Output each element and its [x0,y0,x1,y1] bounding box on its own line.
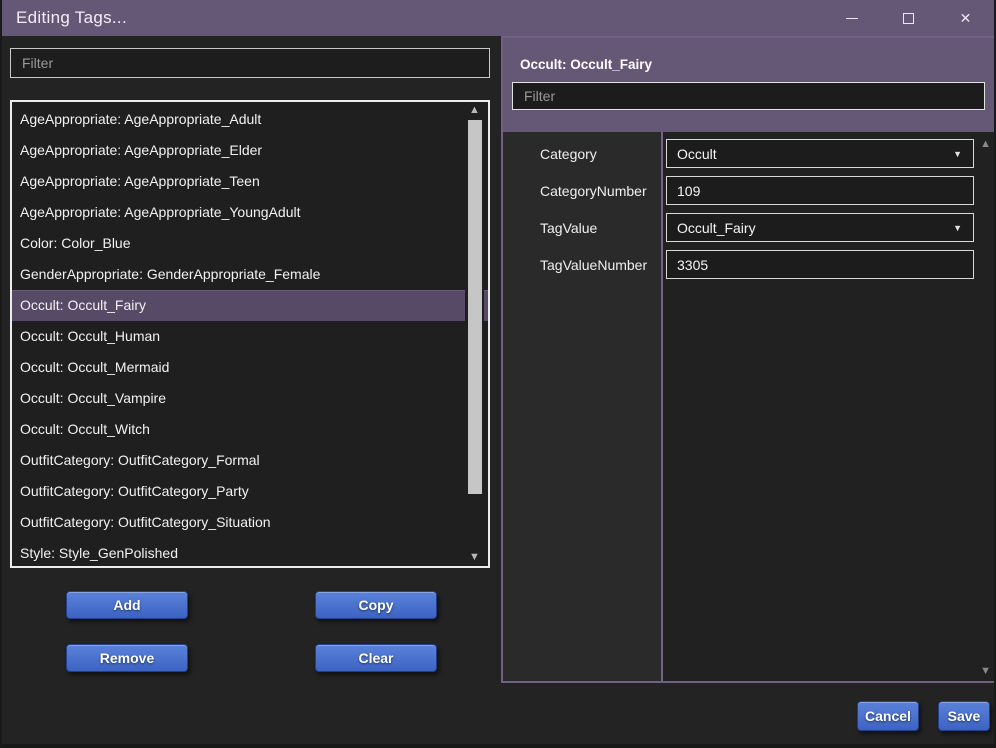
property-value-input[interactable] [667,146,953,162]
property-label-text: Category [540,146,597,162]
property-grid: Category CategoryNumber TagValue TagValu… [503,132,994,681]
property-label: Category [503,139,661,168]
tag-list-item-label: AgeAppropriate: AgeAppropriate_Adult [20,111,261,127]
cancel-button[interactable]: Cancel [857,701,919,731]
maximize-icon [903,13,914,24]
property-filter-input[interactable] [513,88,984,104]
minimize-button[interactable] [823,0,880,36]
maximize-button[interactable] [880,0,937,36]
tag-list-item-label: AgeAppropriate: AgeAppropriate_YoungAdul… [20,204,300,220]
panel-scroll-up-icon[interactable]: ▲ [980,138,991,150]
close-button[interactable]: ✕ [937,0,994,36]
tag-list-item[interactable]: Occult: Occult_Human [12,321,488,352]
tag-list-item-label: GenderAppropriate: GenderAppropriate_Fem… [20,266,320,282]
tag-list-item[interactable]: AgeAppropriate: AgeAppropriate_YoungAdul… [12,197,488,228]
tag-list-item-label: OutfitCategory: OutfitCategory_Situation [20,514,271,530]
tag-list-item[interactable]: AgeAppropriate: AgeAppropriate_Teen [12,166,488,197]
remove-button[interactable]: Remove [66,644,188,672]
tag-list-item-label: OutfitCategory: OutfitCategory_Party [20,483,249,499]
window-title: Editing Tags... [16,8,127,28]
tag-list-item[interactable]: AgeAppropriate: AgeAppropriate_Adult [12,104,488,135]
tag-list-item[interactable]: OutfitCategory: OutfitCategory_Party [12,476,488,507]
tag-list-item[interactable]: OutfitCategory: OutfitCategory_Situation [12,507,488,538]
property-label-text: CategoryNumber [540,183,647,199]
tag-list-item[interactable]: AgeAppropriate: AgeAppropriate_Elder [12,135,488,166]
property-label: CategoryNumber [503,176,661,205]
tag-list-item-label: Occult: Occult_Mermaid [20,359,169,375]
add-button[interactable]: Add [66,591,188,619]
chevron-down-icon[interactable]: ▼ [953,149,973,159]
tag-list-item-label: Color: Color_Blue [20,235,131,251]
tag-list-item-label: AgeAppropriate: AgeAppropriate_Elder [20,142,262,158]
tag-list-item[interactable]: Occult: Occult_Fairy [12,290,488,321]
selected-tag-title: Occult: Occult_Fairy [503,38,994,72]
close-icon: ✕ [960,11,972,25]
caption-buttons: ✕ [823,0,994,36]
tag-list-item[interactable]: OutfitCategory: OutfitCategory_Formal [12,445,488,476]
tag-list-item-label: Occult: Occult_Vampire [20,390,166,406]
tag-list-item[interactable]: Occult: Occult_Witch [12,414,488,445]
property-label-column: Category CategoryNumber TagValue TagValu… [503,132,661,681]
tag-list-item-label: Occult: Occult_Witch [20,421,150,437]
tag-list-item-label: OutfitCategory: OutfitCategory_Formal [20,452,260,468]
tag-list-item-label: Occult: Occult_Fairy [20,297,146,313]
scrollbar-track[interactable] [468,119,482,549]
property-label: TagValueNumber [503,250,661,279]
property-field[interactable]: ▼ [666,213,974,242]
chevron-down-icon[interactable]: ▼ [953,223,973,233]
tag-list: AgeAppropriate: AgeAppropriate_Adult Age… [10,100,490,568]
save-button[interactable]: Save [938,701,990,731]
property-label-text: TagValue [540,220,597,236]
tag-list-filter-input[interactable] [11,55,489,71]
tag-list-item[interactable]: Occult: Occult_Mermaid [12,352,488,383]
tag-list-item-label: AgeAppropriate: AgeAppropriate_Teen [20,173,260,189]
copy-button[interactable]: Copy [315,591,437,619]
panel-scroll-down-icon[interactable]: ▼ [980,665,991,677]
tag-list-item[interactable]: Occult: Occult_Vampire [12,383,488,414]
property-filter-box [512,82,985,110]
tag-list-item-label: Style: Style_GenPolished [20,545,178,561]
property-field-column: ▼ ▼ ▼ ▼ [663,132,994,681]
tag-list-scrollbar[interactable]: ▲ ▼ [465,102,484,566]
property-label: TagValue [503,213,661,242]
scroll-up-icon[interactable]: ▲ [469,103,480,118]
tag-detail-header: Occult: Occult_Fairy [503,38,994,132]
tag-detail-panel: Occult: Occult_Fairy Category CategoryNu… [501,36,996,683]
scrollbar-thumb[interactable] [468,120,482,494]
property-field[interactable]: ▼ [666,139,974,168]
minimize-icon [846,18,858,19]
property-value-input[interactable] [667,220,953,236]
editing-tags-dialog: Editing Tags... ✕ AgeAppropriate: AgeApp… [0,0,996,748]
property-field[interactable]: ▼ [666,250,974,279]
property-label-text: TagValueNumber [540,257,647,273]
property-field[interactable]: ▼ [666,176,974,205]
scroll-down-icon[interactable]: ▼ [469,550,480,565]
property-value-input[interactable] [667,257,973,273]
tag-list-item[interactable]: Color: Color_Blue [12,228,488,259]
tag-list-item[interactable]: Style: Style_GenPolished [12,538,488,568]
tag-list-item[interactable]: GenderAppropriate: GenderAppropriate_Fem… [12,259,488,290]
clear-button[interactable]: Clear [315,644,437,672]
tag-list-item-label: Occult: Occult_Human [20,328,160,344]
tag-list-filter-box [10,48,490,78]
property-value-input[interactable] [667,183,973,199]
titlebar[interactable]: Editing Tags... ✕ [2,0,994,36]
